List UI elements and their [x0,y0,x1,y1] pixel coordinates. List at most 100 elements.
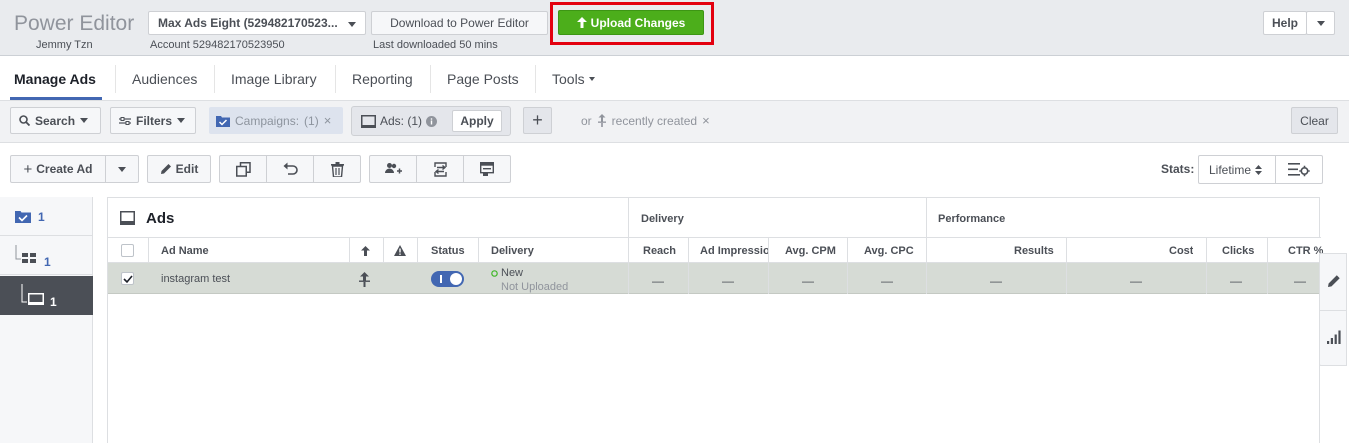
tab-audiences[interactable]: Audiences [132,71,197,87]
account-id: Account 529482170523950 [150,39,285,51]
column-divider [926,198,927,238]
create-ad-menu-button[interactable] [105,155,139,183]
trash-icon [330,161,344,177]
account-selector[interactable]: Max Ads Eight (529482170523... [148,11,366,35]
column-divider [148,238,149,263]
customize-columns-button[interactable] [1275,155,1323,184]
level-campaigns[interactable]: 1 [0,198,93,236]
stats-date-select[interactable]: Lifetime [1198,155,1276,184]
level-ad-sets[interactable]: 1 [0,237,93,275]
upload-pending-icon [597,114,606,127]
group-delivery: Delivery [641,213,684,225]
table-title-bar: Ads Delivery Performance [108,198,1321,238]
search-button[interactable]: Search [10,107,101,134]
pencil-icon[interactable] [1327,274,1341,288]
filters-label: Filters [136,113,173,128]
duplicate-button[interactable] [219,155,267,183]
table-row[interactable]: instagram test New Not Uploaded — — — — … [108,263,1321,294]
add-people-icon [384,162,402,173]
info-icon[interactable] [426,115,438,127]
sliders-icon [119,116,131,125]
col-reach[interactable]: Reach [643,245,676,257]
clear-filters-button[interactable]: Clear [1291,107,1338,134]
chevron-down-icon [80,118,89,123]
recently-created-filter[interactable]: or recently created × [581,113,710,128]
apply-button[interactable]: Apply [452,110,502,132]
delete-button[interactable] [313,155,361,183]
column-divider [768,263,769,294]
plus-icon: + [532,110,543,130]
remove-campaigns-filter-icon[interactable]: × [324,113,332,128]
revert-button[interactable] [266,155,314,183]
column-divider [478,238,479,263]
row-checkbox[interactable] [121,272,134,285]
col-delivery[interactable]: Delivery [491,245,534,257]
reach-cell: — [652,274,664,288]
create-ad-button[interactable]: + Create Ad [10,155,106,183]
column-divider [847,263,848,294]
adset-icon [15,244,36,263]
col-cost[interactable]: Cost [1169,245,1193,257]
col-ad-impressions[interactable]: Ad Impressions [700,245,768,257]
col-results[interactable]: Results [1014,245,1054,257]
help-button[interactable]: Help [1263,11,1307,35]
search-icon [19,115,30,126]
tab-tools[interactable]: Tools [552,71,595,87]
toggle-knob [450,273,462,285]
bar-chart-icon[interactable] [1327,330,1341,344]
col-status[interactable]: Status [431,245,465,257]
undo-icon [283,162,298,175]
level-ads[interactable]: 1 [0,276,93,315]
results-cell: — [990,274,1002,288]
tab-divider [535,65,536,93]
tab-page-posts[interactable]: Page Posts [447,71,519,87]
chevron-down-icon [588,77,595,81]
upload-changes-label: Upload Changes [590,15,686,30]
col-clicks[interactable]: Clicks [1222,245,1254,257]
add-filter-button[interactable]: + [523,107,552,134]
toggle-on-marker [440,275,442,283]
user-name: Jemmy Tzn [36,39,93,51]
cost-cell: — [1130,274,1142,288]
tab-reporting[interactable]: Reporting [352,71,413,87]
column-divider [1267,263,1268,294]
preview-icon [480,162,494,176]
warning-icon[interactable] [394,245,406,256]
arrow-up-icon[interactable] [361,246,370,256]
panel-divider [1320,310,1347,311]
duplicate-icon [235,161,251,177]
group-performance: Performance [938,213,1006,225]
checkmark-icon [123,275,133,284]
column-divider [1206,238,1207,263]
last-downloaded: Last downloaded 50 mins [373,39,498,51]
campaigns-filter-chip[interactable]: Campaigns: (1) × [209,107,343,134]
status-toggle[interactable] [431,271,464,287]
level-campaigns-count: 1 [38,209,45,224]
recently-created-label: recently created [611,113,698,128]
upload-changes-button[interactable]: Upload Changes [558,10,704,35]
col-avg-cpm[interactable]: Avg. CPM [785,245,836,257]
tab-manage-ads[interactable]: Manage Ads [14,71,96,87]
filters-button[interactable]: Filters [110,107,196,134]
preview-button[interactable] [463,155,511,183]
app-title: Power Editor [14,12,135,35]
ads-table: Ads Delivery Performance Ad Name Status … [107,197,1323,443]
help-menu-button[interactable] [1306,11,1335,35]
campaigns-chip-count: (1) [304,113,319,128]
ad-name-cell[interactable]: instagram test [161,273,230,285]
create-audience-button[interactable] [369,155,417,183]
chevron-down-icon [118,166,126,172]
or-label: or [581,113,592,128]
tab-tools-label: Tools [552,71,585,87]
tab-image-library[interactable]: Image Library [231,71,317,87]
edit-button[interactable]: Edit [147,155,211,183]
download-button[interactable]: Download to Power Editor [371,11,548,35]
export-import-button[interactable] [416,155,464,183]
upload-pending-icon [359,272,370,287]
col-avg-cpc[interactable]: Avg. CPC [864,245,914,257]
col-ad-name[interactable]: Ad Name [161,245,209,257]
select-all-checkbox[interactable] [121,244,134,257]
remove-recent-filter-icon[interactable]: × [702,113,710,128]
tab-divider [214,65,215,93]
column-divider [1066,263,1067,294]
